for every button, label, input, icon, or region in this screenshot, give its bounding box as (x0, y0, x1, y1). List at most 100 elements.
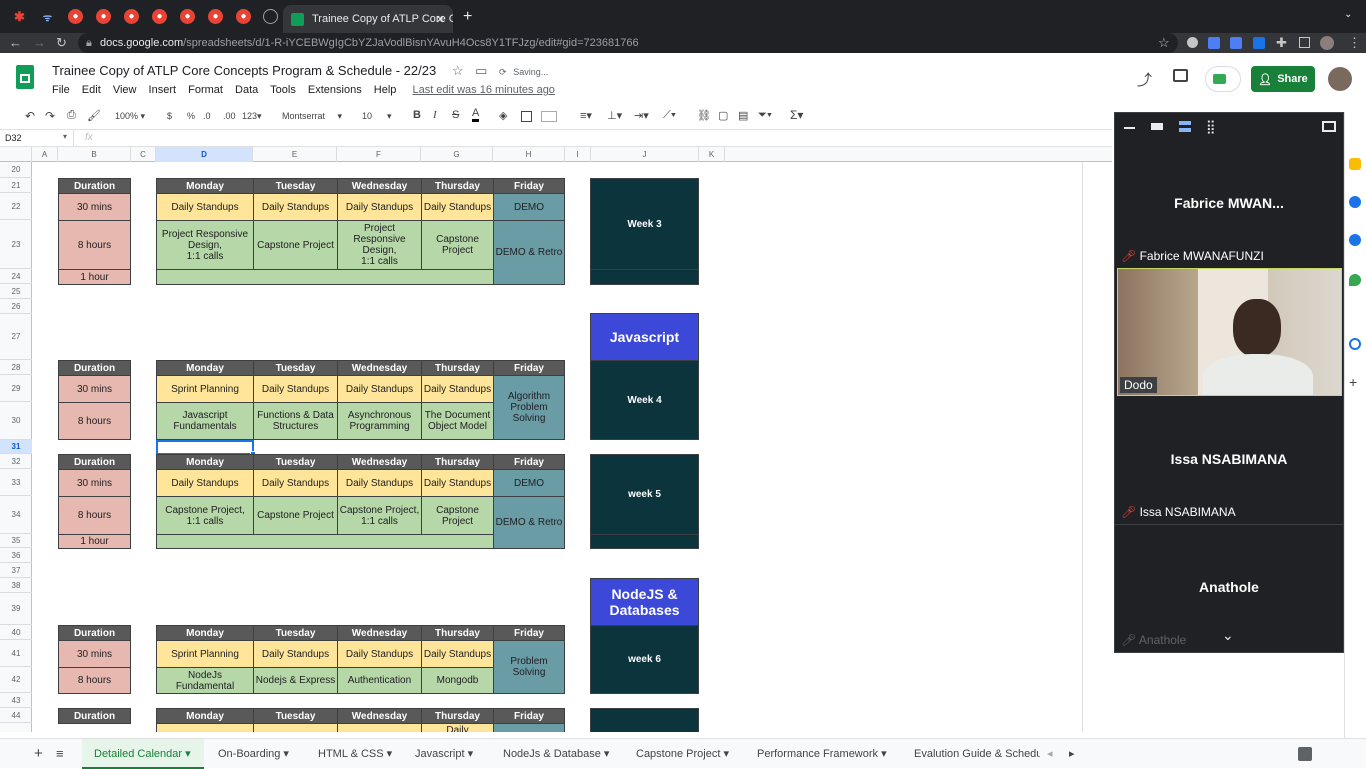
column-header-f[interactable]: F (337, 147, 421, 162)
day-header[interactable]: Friday (493, 708, 565, 724)
forward-icon[interactable]: → (33, 35, 46, 50)
filter-icon[interactable]: ⏷▾ (758, 109, 772, 122)
schedule-cell[interactable]: Project Responsive Design, 1:1 calls (156, 220, 254, 270)
row-header[interactable]: 34 (0, 496, 32, 534)
schedule-cell[interactable]: Daily Standups (337, 469, 422, 497)
schedule-cell[interactable]: Daily Standups (421, 640, 494, 668)
day-header[interactable]: Thursday (421, 625, 494, 641)
row-header[interactable]: 33 (0, 469, 32, 496)
row-header[interactable]: 24 (0, 269, 32, 284)
week-label[interactable]: week 6 (590, 625, 699, 694)
schedule-cell[interactable]: Functions & Data Structures (253, 402, 338, 440)
asterisk-tab-icon[interactable]: ✱ (12, 9, 27, 24)
schedule-cell[interactable]: Capstone Project (421, 496, 494, 535)
day-header[interactable]: Monday (156, 178, 254, 194)
column-header-g[interactable]: G (421, 147, 493, 162)
decrease-decimal-button[interactable]: .0 (203, 111, 211, 121)
move-folder-icon[interactable]: ▭ (475, 63, 487, 78)
day-header[interactable]: Thursday (421, 178, 494, 194)
menu-help[interactable]: Help (374, 84, 397, 96)
row-header[interactable]: 42 (0, 667, 32, 693)
meet-floating-panel[interactable]: ⣿ Fabrice MWAN... 🎤︎ Fabrice MWANAFUNZI … (1114, 112, 1344, 653)
row-header[interactable]: 21 (0, 178, 32, 193)
row-header[interactable]: 29 (0, 375, 32, 402)
column-header-j[interactable]: J (591, 147, 699, 162)
column-header-c[interactable]: C (131, 147, 156, 162)
row-header[interactable]: 40 (0, 625, 32, 640)
minimize-icon[interactable] (1124, 127, 1135, 129)
day-header[interactable]: Tuesday (253, 360, 338, 376)
menu-insert[interactable]: Insert (149, 84, 177, 96)
row-header[interactable]: 23 (0, 220, 32, 269)
print-icon[interactable]: ⎙ (67, 109, 76, 122)
duration-cell[interactable]: 30 mins (58, 640, 131, 668)
scroll-tabs-right-icon[interactable]: ▸ (1069, 739, 1075, 769)
paint-format-icon[interactable]: 🖌︎ (87, 109, 101, 122)
font-select[interactable]: Montserrat ▾ (282, 111, 342, 122)
currency-format-button[interactable]: $ (167, 111, 172, 121)
schedule-cell[interactable]: DEMO & Retro (493, 496, 565, 549)
schedule-cell-empty[interactable] (156, 269, 494, 285)
text-wrap-icon[interactable]: ⇥▾ (634, 109, 649, 122)
week-label-footer[interactable] (590, 534, 699, 549)
duration-cell[interactable]: 8 hours (58, 667, 131, 694)
borders-icon[interactable] (521, 111, 532, 122)
section-title[interactable]: Javascript (590, 313, 699, 361)
row-header[interactable]: 44 (0, 708, 32, 723)
italic-button[interactable]: I (433, 109, 437, 121)
row-header[interactable]: 32 (0, 454, 32, 469)
undo-icon[interactable]: ↶ (25, 109, 35, 123)
schedule-cell[interactable]: Daily Standups (253, 375, 338, 403)
day-header[interactable]: Wednesday (337, 708, 422, 724)
select-all-corner[interactable] (0, 147, 32, 162)
return-to-tab-icon[interactable] (1322, 121, 1336, 132)
sheet-tab-javascript[interactable]: Javascript ▾ (415, 739, 473, 769)
duration-cell[interactable]: 1 hour (58, 269, 131, 285)
week-label[interactable]: Week 3 (590, 178, 699, 270)
layout-small-icon[interactable] (1151, 123, 1163, 130)
schedule-cell[interactable]: Daily Standups (337, 375, 422, 403)
duration-header[interactable]: Duration (58, 625, 131, 641)
schedule-cell[interactable]: NodeJs Fundamental (156, 667, 254, 694)
pdf-tab-icon[interactable]: ● (152, 9, 167, 24)
url-input[interactable]: 🔒︎ docs.google.com/spreadsheets/d/1-R-iY… (78, 33, 1178, 53)
extension-icon[interactable] (1253, 37, 1265, 49)
sheet-tab-html-css[interactable]: HTML & CSS ▾ (318, 739, 392, 769)
duration-cell[interactable]: 8 hours (58, 496, 131, 535)
menu-tools[interactable]: Tools (270, 84, 296, 96)
layout-list-icon[interactable] (1179, 121, 1191, 132)
row-header[interactable]: 25 (0, 284, 32, 299)
insert-comment-icon[interactable]: ▢ (718, 109, 728, 122)
row-header[interactable]: 35 (0, 534, 32, 548)
insert-chart-icon[interactable]: ▤ (738, 109, 748, 122)
day-header[interactable]: Tuesday (253, 178, 338, 194)
duration-header[interactable]: Duration (58, 360, 131, 376)
column-header-h[interactable]: H (493, 147, 565, 162)
schedule-cell[interactable]: Daily Standups (156, 469, 254, 497)
formula-input[interactable] (104, 130, 1104, 147)
menu-view[interactable]: View (113, 84, 137, 96)
column-header-k[interactable]: K (699, 147, 725, 162)
row-header[interactable]: 26 (0, 299, 32, 314)
week-label[interactable]: Week 4 (590, 360, 699, 440)
wifi-tab-icon[interactable]: ᯤ (40, 9, 55, 24)
strikethrough-button[interactable]: S (452, 109, 459, 121)
menu-extensions[interactable]: Extensions (308, 84, 362, 96)
sheet-tab-capstone-project[interactable]: Capstone Project ▾ (636, 739, 729, 769)
row-header[interactable]: 28 (0, 360, 32, 375)
menu-data[interactable]: Data (235, 84, 258, 96)
schedule-cell[interactable]: Sprint Planning (156, 375, 254, 403)
row-header[interactable]: 37 (0, 563, 32, 578)
day-header[interactable]: Wednesday (337, 454, 422, 470)
row-header[interactable]: 39 (0, 593, 32, 625)
add-sheet-icon[interactable]: + (34, 739, 43, 769)
sheet-tab-nodejs-database[interactable]: NodeJs & Database ▾ (503, 739, 609, 769)
day-header[interactable]: Friday (493, 360, 565, 376)
week-label[interactable] (590, 708, 699, 732)
day-header[interactable]: Thursday (421, 454, 494, 470)
schedule-cell[interactable]: Project Responsive Design, 1:1 calls (337, 220, 422, 270)
spreadsheet-grid[interactable]: Duration 30 mins 8 hours 1 hour Monday T… (32, 162, 1112, 732)
schedule-cell[interactable]: Daily Standups (421, 375, 494, 403)
extension-icon[interactable] (1187, 37, 1198, 48)
name-box-dropdown-icon[interactable]: ▾ (63, 132, 67, 141)
